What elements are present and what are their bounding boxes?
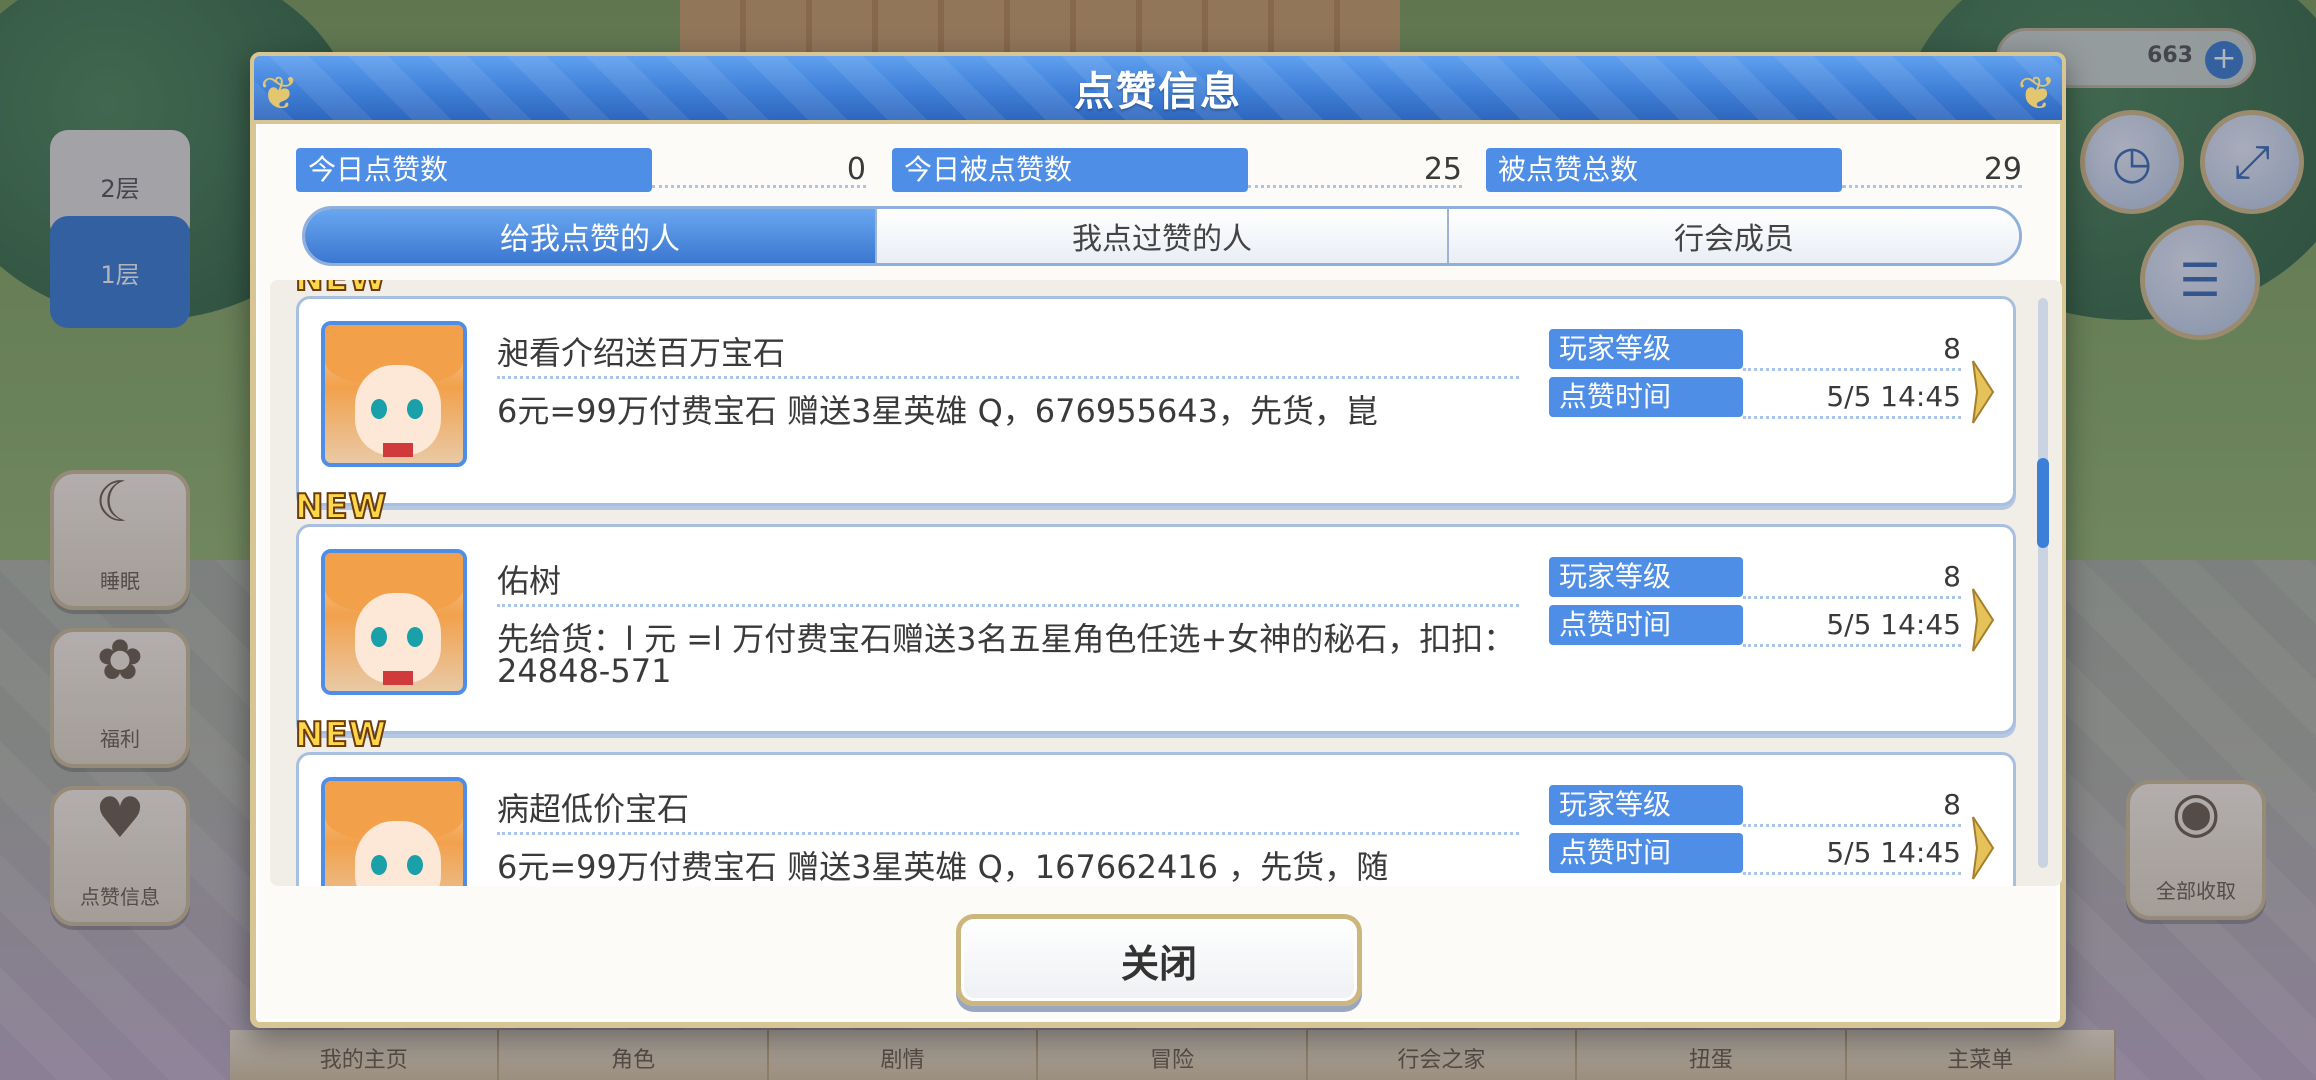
stat-label: 今日点赞数 [296, 148, 652, 192]
ornament-icon: ❦ [2017, 66, 2056, 120]
scrollbar-thumb[interactable] [2037, 458, 2049, 548]
time-label: 点赞时间 [1549, 605, 1743, 645]
stat-today-likes: 今日点赞数 0 [296, 148, 866, 192]
divider [1743, 416, 1961, 419]
like-info-dialog: ❦ 点赞信息 ❦ 今日点赞数 0 今日被点赞数 25 被点赞总数 29 给我点赞… [250, 52, 2066, 1028]
new-badge: NEW [294, 714, 388, 756]
player-name: 病超低价宝石 [497, 787, 1519, 835]
player-message: 先给货：l 元 =l 万付费宝石赠送3名五星角色任选+女神的秘石，扣扣：2484… [497, 620, 1516, 690]
time-value: 5/5 14:45 [1826, 836, 1961, 869]
time-row: 点赞时间 5/5 14:45 [1549, 605, 1961, 647]
divider [1743, 824, 1961, 827]
tab-i-liked[interactable]: 我点过赞的人 [875, 209, 1447, 263]
level-row: 玩家等级 8 [1549, 329, 1961, 371]
divider [1743, 644, 1961, 647]
player-message: 6元=99万付费宝石 赠送3星英雄 Q，676955643，先货，崑 [497, 392, 1379, 430]
stat-value: 25 [1423, 152, 1462, 187]
level-label: 玩家等级 [1549, 557, 1743, 597]
ornament-icon: ❦ [260, 66, 299, 120]
stat-value: 29 [1983, 152, 2022, 187]
time-value: 5/5 14:45 [1826, 608, 1961, 641]
avatar[interactable] [321, 321, 467, 467]
time-value: 5/5 14:45 [1826, 380, 1961, 413]
player-name: 昶看介绍送百万宝石 [497, 331, 1519, 379]
tab-guild-members[interactable]: 行会成员 [1447, 209, 2019, 263]
level-row: 玩家等级 8 [1549, 785, 1961, 827]
like-list[interactable]: NEW 昶看介绍送百万宝石 6元=99万付费宝石 赠送3星英雄 Q，676955… [270, 280, 2062, 886]
stat-total-received: 被点赞总数 29 [1486, 148, 2022, 192]
time-label: 点赞时间 [1549, 833, 1743, 873]
stat-label: 今日被点赞数 [892, 148, 1248, 192]
tab-liked-me[interactable]: 给我点赞的人 [305, 209, 875, 263]
new-badge: NEW [294, 486, 388, 528]
divider [652, 185, 866, 188]
player-message: 6元=99万付费宝石 赠送3星英雄 Q，167662416 ，先货，随 [497, 848, 1389, 886]
level-value: 8 [1943, 788, 1961, 821]
avatar[interactable] [321, 549, 467, 695]
chevron-right-icon[interactable] [1971, 815, 1995, 881]
chevron-right-icon[interactable] [1971, 359, 1995, 425]
avatar[interactable] [321, 777, 467, 886]
level-value: 8 [1943, 332, 1961, 365]
new-badge: NEW [294, 280, 387, 300]
list-item[interactable]: NEW 昶看介绍送百万宝石 6元=99万付费宝石 赠送3星英雄 Q，676955… [294, 280, 2016, 506]
player-name: 佑树 [497, 559, 1519, 607]
level-value: 8 [1943, 560, 1961, 593]
stat-value: 0 [846, 152, 866, 187]
divider [1743, 368, 1961, 371]
divider [1743, 872, 1961, 875]
tab-bar: 给我点赞的人 我点过赞的人 行会成员 [302, 206, 2022, 266]
dialog-header: ❦ 点赞信息 ❦ [250, 52, 2066, 124]
level-label: 玩家等级 [1549, 785, 1743, 825]
stat-today-received: 今日被点赞数 25 [892, 148, 1462, 192]
list-item[interactable]: NEW 佑树 先给货：l 元 =l 万付费宝石赠送3名五星角色任选+女神的秘石，… [294, 486, 2016, 734]
chevron-right-icon[interactable] [1971, 587, 1995, 653]
time-label: 点赞时间 [1549, 377, 1743, 417]
list-item[interactable]: NEW 病超低价宝石 6元=99万付费宝石 赠送3星英雄 Q，167662416… [294, 714, 2016, 886]
level-label: 玩家等级 [1549, 329, 1743, 369]
scrollbar[interactable] [2037, 298, 2049, 868]
stat-label: 被点赞总数 [1486, 148, 1842, 192]
dialog-title: 点赞信息 [1074, 69, 1242, 115]
close-button[interactable]: 关闭 [956, 914, 1362, 1006]
level-row: 玩家等级 8 [1549, 557, 1961, 599]
time-row: 点赞时间 5/5 14:45 [1549, 377, 1961, 419]
divider [1743, 596, 1961, 599]
time-row: 点赞时间 5/5 14:45 [1549, 833, 1961, 875]
